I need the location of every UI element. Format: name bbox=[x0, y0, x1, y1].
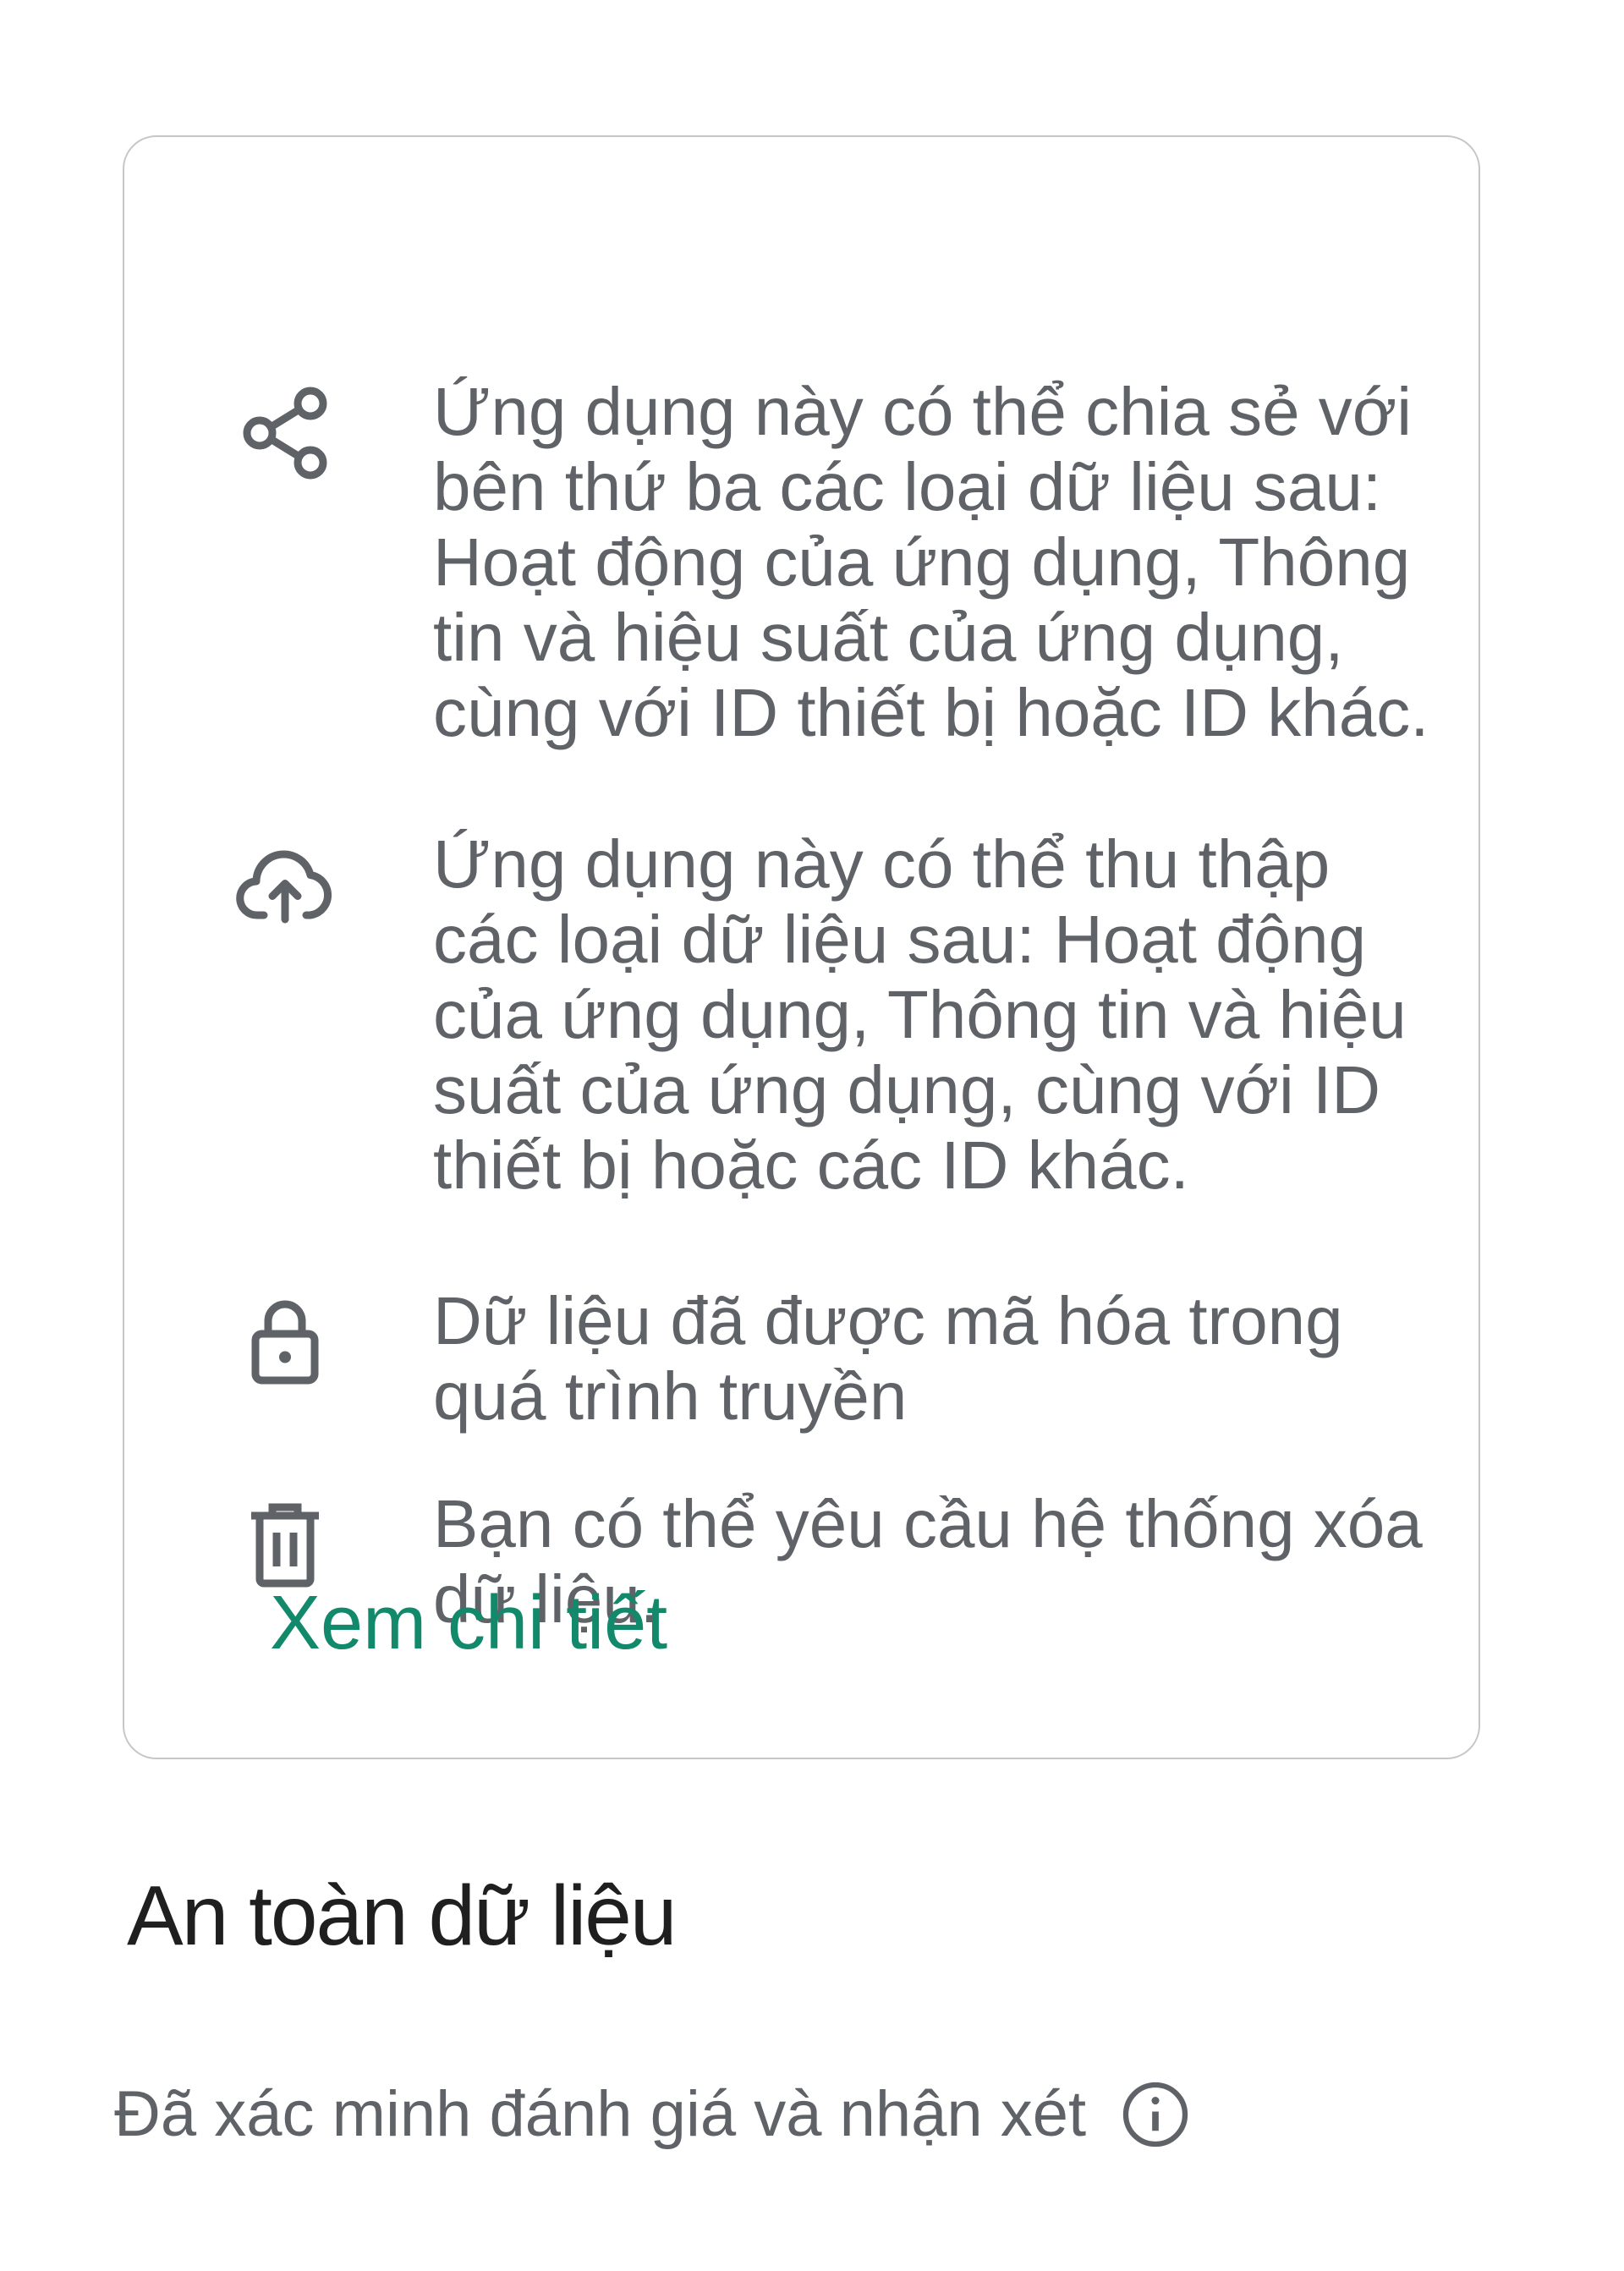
see-details-link[interactable]: Xem chi tiết bbox=[270, 1581, 667, 1665]
section-title: An toàn dữ liệu bbox=[127, 1868, 678, 1963]
data-safety-card: Ứng dụng này có thể chia sẻ với bên thứ … bbox=[123, 135, 1480, 1759]
data-sharing-text: Ứng dụng này có thể chia sẻ với bên thứ … bbox=[433, 374, 1429, 750]
cloud-upload-icon bbox=[226, 826, 344, 945]
info-icon[interactable] bbox=[1120, 2079, 1191, 2150]
encryption-text: Dữ liệu đã được mã hóa trong quá trình t… bbox=[433, 1283, 1343, 1434]
share-icon bbox=[226, 374, 344, 492]
data-collection-text: Ứng dụng này có thể thu thập các loại dữ… bbox=[433, 826, 1407, 1203]
verified-reviews-header: Đã xác minh đánh giá và nhận xét bbox=[114, 2072, 1191, 2157]
verified-reviews-label: Đã xác minh đánh giá và nhận xét bbox=[114, 2078, 1087, 2150]
lock-icon bbox=[226, 1283, 344, 1402]
